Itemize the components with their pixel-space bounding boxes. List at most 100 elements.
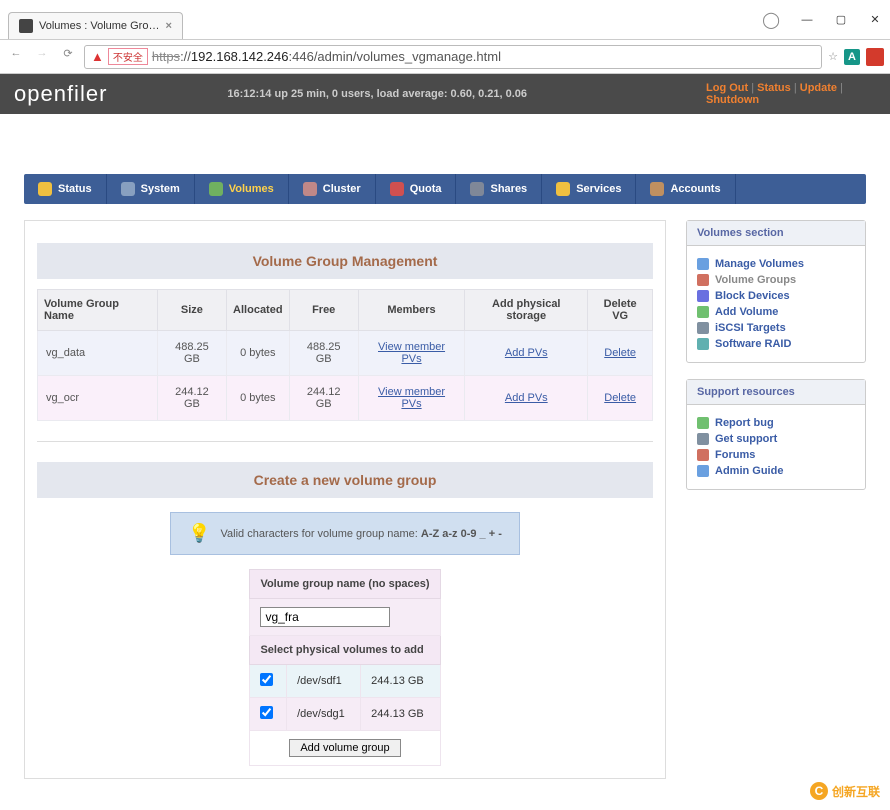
section-create-vg-title: Create a new volume group [37,462,653,498]
sidebar-item-manage-volumes[interactable]: Manage Volumes [715,258,804,270]
block-devices-icon [697,290,709,302]
vg-table: Volume Group Name Size Allocated Free Me… [37,289,653,421]
th-add: Add physical storage [465,290,588,331]
create-vg-form: Volume group name (no spaces) Select phy… [249,569,440,766]
tab-volumes[interactable]: Volumes [195,174,289,204]
tab-accounts[interactable]: Accounts [636,174,735,204]
logo: openfiler [14,81,107,107]
vg-name-input[interactable] [260,607,390,627]
th-size: Size [157,290,226,331]
view-members-link[interactable]: View member PVs [378,386,445,410]
user-icon[interactable]: ◯ [762,10,780,30]
services-icon [556,182,570,196]
window-maximize[interactable]: ▢ [834,13,848,26]
browser-tab[interactable]: Volumes : Volume Gro… × [8,12,183,39]
main-content: Volume Group Management Volume Group Nam… [24,220,666,779]
tab-quota[interactable]: Quota [376,174,457,204]
table-row: vg_data 488.25 GB 0 bytes 488.25 GB View… [38,331,653,376]
tab-title: Volumes : Volume Gro… [39,20,159,32]
header-links: Log Out | Status | Update | Shutdown [706,82,876,106]
th-name: Volume Group Name [38,290,158,331]
extension-red-icon[interactable] [866,48,884,66]
close-icon[interactable]: × [165,20,171,32]
star-icon[interactable]: ☆ [828,50,838,63]
volume-groups-icon [697,274,709,286]
tab-cluster[interactable]: Cluster [289,174,376,204]
address-bar[interactable]: ▲ 不安全 https://192.168.142.246:446/admin/… [84,45,822,69]
bug-icon [697,417,709,429]
section-vg-mgmt-title: Volume Group Management [37,243,653,279]
delete-vg-link[interactable]: Delete [604,392,636,404]
add-pvs-link[interactable]: Add PVs [505,392,548,404]
tab-favicon [19,19,33,33]
tab-status[interactable]: Status [24,174,107,204]
insecure-icon: ▲ [91,49,104,64]
extension-a-icon[interactable]: A [844,49,860,65]
logout-link[interactable]: Log Out [706,82,748,94]
sidebar-item-iscsi-targets[interactable]: iSCSI Targets [715,322,786,334]
tab-system[interactable]: System [107,174,195,204]
address-row: ← → ⟳ ▲ 不安全 https://192.168.142.246:446/… [0,40,890,74]
sidebar-item-report-bug[interactable]: Report bug [715,417,774,429]
guide-icon [697,465,709,477]
vg-name-label: Volume group name (no spaces) [250,570,440,599]
hint-box: 💡 Valid characters for volume group name… [170,512,520,555]
browser-titlebar: Volumes : Volume Gro… × ◯ — ▢ ✕ [0,0,890,40]
add-volume-icon [697,306,709,318]
shutdown-link[interactable]: Shutdown [706,94,759,106]
url-text: https://192.168.142.246:446/admin/volume… [152,49,501,64]
th-del: Delete VG [588,290,653,331]
pv-select-label: Select physical volumes to add [250,636,440,665]
sidebar-volumes: Volumes section Manage Volumes Volume Gr… [686,220,866,363]
quota-icon [390,182,404,196]
iscsi-icon [697,322,709,334]
support-icon [697,433,709,445]
sidebar-item-add-volume[interactable]: Add Volume [715,306,778,318]
sidebar-item-admin-guide[interactable]: Admin Guide [715,465,783,477]
forward-icon: → [32,47,52,67]
sidebar-item-block-devices[interactable]: Block Devices [715,290,790,302]
sidebar-item-software-raid[interactable]: Software RAID [715,338,791,350]
window-minimize[interactable]: — [800,14,814,26]
update-link[interactable]: Update [800,82,837,94]
delete-vg-link[interactable]: Delete [604,347,636,359]
raid-icon [697,338,709,350]
sidebar-item-volume-groups[interactable]: Volume Groups [715,274,796,286]
add-pvs-link[interactable]: Add PVs [505,347,548,359]
pv-row: /dev/sdg1 244.13 GB [250,698,440,731]
pv-checkbox[interactable] [260,673,273,686]
sidebar-support: Support resources Report bug Get support… [686,379,866,490]
cluster-icon [303,182,317,196]
main-tabs: Status System Volumes Cluster Quota Shar… [24,174,866,204]
reload-icon[interactable]: ⟳ [58,47,78,67]
app-header: openfiler 16:12:14 up 25 min, 0 users, l… [0,74,890,114]
accounts-icon [650,182,664,196]
back-icon[interactable]: ← [6,47,26,67]
window-close[interactable]: ✕ [868,13,882,26]
th-alloc: Allocated [227,290,290,331]
volumes-icon [209,182,223,196]
pv-checkbox[interactable] [260,706,273,719]
sidebar-item-forums[interactable]: Forums [715,449,755,461]
divider [37,441,653,442]
uptime-text: 16:12:14 up 25 min, 0 users, load averag… [227,88,527,100]
th-free: Free [289,290,358,331]
tab-services[interactable]: Services [542,174,636,204]
sidebar-volumes-header: Volumes section [687,221,865,246]
tab-shares[interactable]: Shares [456,174,542,204]
forums-icon [697,449,709,461]
table-row: vg_ocr 244.12 GB 0 bytes 244.12 GB View … [38,376,653,421]
view-members-link[interactable]: View member PVs [378,341,445,365]
lightbulb-icon: 💡 [188,523,210,544]
add-vg-button[interactable]: Add volume group [289,739,400,757]
manage-volumes-icon [697,258,709,270]
th-members: Members [358,290,464,331]
system-icon [121,182,135,196]
watermark: C创新互联 [810,782,880,800]
sidebar-item-get-support[interactable]: Get support [715,433,777,445]
status-link[interactable]: Status [757,82,791,94]
sidebar-support-header: Support resources [687,380,865,405]
pv-row: /dev/sdf1 244.13 GB [250,665,440,698]
status-icon [38,182,52,196]
shares-icon [470,182,484,196]
